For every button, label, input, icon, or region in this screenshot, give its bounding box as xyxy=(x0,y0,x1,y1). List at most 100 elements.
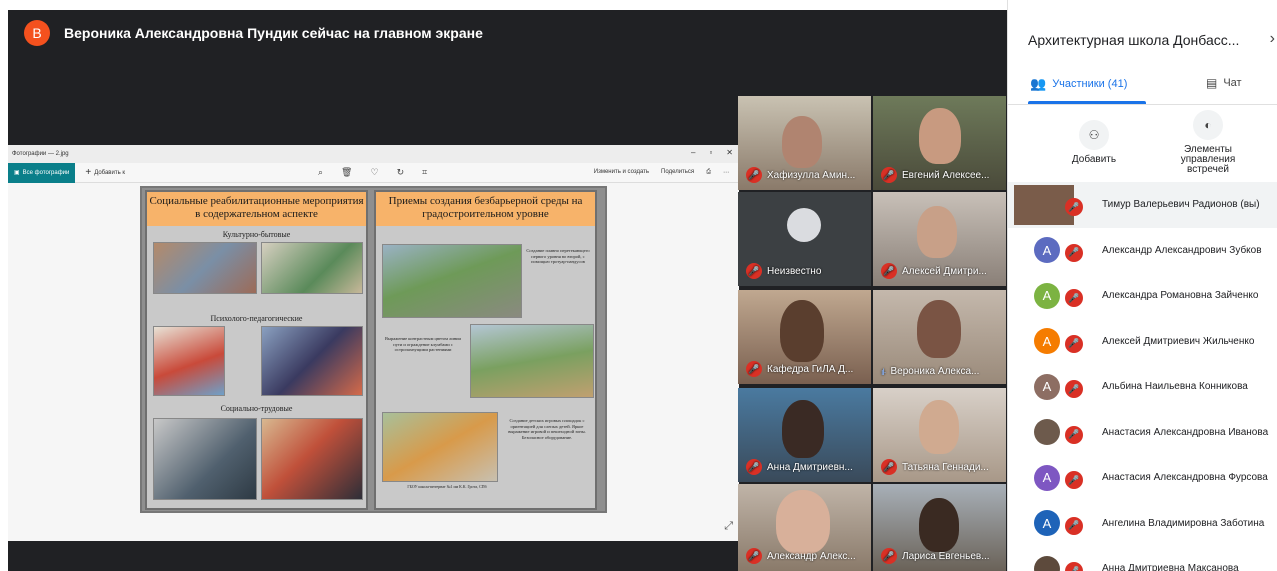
close-window-button[interactable]: ✕ xyxy=(726,148,733,157)
render-playground xyxy=(382,412,498,482)
photo-cultural-1 xyxy=(153,242,257,294)
participant-name: Альбина Наильевна Конникова xyxy=(1102,381,1248,393)
add-to-label: Добавить к xyxy=(94,169,125,176)
participant-row[interactable]: 🎤 Анна Дмитриевна Максанова xyxy=(1008,546,1277,571)
minimize-button[interactable]: – xyxy=(691,148,695,157)
video-tile[interactable]: 🎤 Неизвестно xyxy=(738,192,871,286)
tab-participants[interactable]: 👥 Участники (41) xyxy=(1030,76,1127,92)
video-tile[interactable]: 🎤 Евгений Алексее... xyxy=(873,96,1006,190)
section-label: Культурно-бытовые xyxy=(222,230,291,239)
more-icon[interactable]: ⋯ xyxy=(723,169,729,176)
mic-off-icon: 🎤 xyxy=(881,167,897,183)
maximize-button[interactable]: ▫ xyxy=(709,148,712,157)
participant-video xyxy=(917,300,961,358)
default-avatar-icon xyxy=(787,208,821,242)
video-tile[interactable]: 🎤 Анна Дмитриевн... xyxy=(738,388,871,482)
favorite-icon[interactable]: ♡ xyxy=(370,167,378,178)
video-tile[interactable]: 🎤 Кафедра ГиЛА Д... xyxy=(738,290,871,384)
participant-name: Анна Дмитриевна Максанова xyxy=(1102,563,1239,571)
people-icon: 👥 xyxy=(1030,76,1047,91)
toggle-icon: ◐ xyxy=(1193,110,1223,140)
participant-video xyxy=(919,498,959,552)
plus-icon: + xyxy=(85,167,92,178)
meeting-controls-button[interactable]: ◐ Элементы управления встречей xyxy=(1170,110,1246,175)
mic-off-icon: 🎤 xyxy=(1065,243,1083,262)
close-panel-icon[interactable]: › xyxy=(1270,30,1275,48)
viewer-titlebar: Фотографии — 2.jpg – ▫ ✕ xyxy=(8,145,739,163)
render-caption: Создание плавно перетекающего первого ур… xyxy=(526,248,590,265)
participant-avatar: A xyxy=(1034,282,1060,309)
participant-row[interactable]: A 🎤 Алексей Дмитриевич Жильченко xyxy=(1008,319,1277,365)
tile-name: 🎤 Анна Дмитриевн... xyxy=(746,459,853,475)
render-caption: Создание детских игровых площадок с орие… xyxy=(508,418,586,440)
shared-photo-viewer: Фотографии — 2.jpg – ▫ ✕ ▣ Все фотографи… xyxy=(8,145,739,541)
participant-list: 🎤 Тимур Валерьевич Радионов (вы) A 🎤 Алексан… xyxy=(1008,182,1277,571)
share-button[interactable]: Поделиться xyxy=(661,169,694,176)
mic-off-icon: 🎤 xyxy=(1065,289,1083,307)
tile-name: 🎤 Хафизулла Амин... xyxy=(746,167,855,183)
section-label: Психолого-педагогические xyxy=(210,314,303,323)
participant-video xyxy=(919,400,959,454)
tab-chat[interactable]: ▤ Чат xyxy=(1206,76,1242,90)
participant-row[interactable]: A 🎤 Ангелина Владимировна Заботина xyxy=(1008,501,1277,547)
side-panel: Архитектурная школа Донбасс... › 👥 Участ… xyxy=(1007,0,1277,571)
mic-off-icon: 🎤 xyxy=(746,548,762,564)
mic-off-icon: 🎤 xyxy=(1065,380,1083,398)
mic-off-icon: 🎤 xyxy=(1065,471,1083,489)
video-tile[interactable]: 🎤 Александр Алекс... xyxy=(738,484,871,571)
participant-row[interactable]: 🎤 Анастасия Александровна Иванова xyxy=(1008,410,1277,456)
expand-icon[interactable]: ⤢ xyxy=(724,520,733,533)
mic-off-icon: 🎤 xyxy=(881,459,897,475)
participant-avatar: A xyxy=(1034,373,1060,400)
mic-off-icon: 🎤 xyxy=(1065,516,1083,535)
participant-row[interactable]: 🎤 Тимур Валерьевич Радионов (вы) xyxy=(1008,182,1277,228)
viewer-file-title: Фотографии — 2.jpg xyxy=(12,151,69,157)
photo-area: Социальные реабилитационные мероприятия … xyxy=(8,183,739,541)
video-tile[interactable]: ıl· Вероника Алекса... xyxy=(873,290,1006,384)
participant-row[interactable]: A 🎤 Александра Романовна Зайченко xyxy=(1008,273,1277,319)
presenter-banner-text: Вероника Александровна Пундик сейчас на … xyxy=(64,25,483,41)
zoom-icon[interactable]: ⌕ xyxy=(318,167,323,178)
print-icon[interactable]: ⎙ xyxy=(706,169,711,176)
video-tile[interactable]: 🎤 Лариса Евгеньев... xyxy=(873,484,1006,571)
video-tile[interactable]: 🎤 Татьяна Геннади... xyxy=(873,388,1006,482)
rotate-icon[interactable]: ↻ xyxy=(397,167,405,178)
participant-name: Тимур Валерьевич Радионов (вы) xyxy=(1102,199,1260,211)
mic-off-icon: 🎤 xyxy=(1065,334,1083,353)
mic-off-icon: 🎤 xyxy=(746,361,762,377)
photo-psych-1 xyxy=(153,326,225,396)
participant-avatar: A xyxy=(1034,464,1060,491)
participant-row[interactable]: A 🎤 Анастасия Александровна Фурсова xyxy=(1008,455,1277,501)
all-photos-label: Все фотографии xyxy=(22,169,70,176)
participant-row[interactable]: A 🎤 Александр Александрович Зубков xyxy=(1008,228,1277,274)
speaking-indicator-icon: ıl· xyxy=(881,366,886,377)
participant-video xyxy=(776,490,830,554)
tab-chat-label: Чат xyxy=(1223,77,1242,89)
tabs-divider xyxy=(1008,104,1277,105)
photo-labor-2 xyxy=(261,418,363,500)
participant-avatar: A xyxy=(1034,510,1060,537)
edit-create-button[interactable]: Изменить и создать xyxy=(594,169,649,176)
participant-name: Алексей Дмитриевич Жильченко xyxy=(1102,335,1255,347)
add-people-button[interactable]: ⚇ Добавить xyxy=(1064,120,1124,165)
slide-footnote: ГБОУ школа-интернат №1 им К.К. Грота, СП… xyxy=(407,484,487,489)
all-photos-button[interactable]: ▣ Все фотографии xyxy=(8,162,76,183)
mic-off-icon: 🎤 xyxy=(1065,425,1083,444)
viewer-tools: ⌕ 🗑 ♡ ↻ ⌗ xyxy=(318,167,427,178)
chat-icon: ▤ xyxy=(1206,76,1218,90)
participant-row[interactable]: A 🎤 Альбина Наильевна Конникова xyxy=(1008,364,1277,410)
delete-icon[interactable]: 🗑 xyxy=(341,167,352,178)
participant-name: Александра Романовна Зайченко xyxy=(1102,290,1259,302)
main-stage: В Вероника Александровна Пундик сейчас н… xyxy=(8,10,1007,571)
render-flowerbeds xyxy=(470,324,594,398)
add-to-button[interactable]: + Добавить к xyxy=(85,167,125,178)
video-tile[interactable]: 🎤 Алексей Дмитри... xyxy=(873,192,1006,286)
crop-icon[interactable]: ⌗ xyxy=(422,167,427,178)
mic-off-icon: 🎤 xyxy=(746,167,762,183)
photo-psych-2 xyxy=(261,326,363,396)
mic-off-icon: 🎤 xyxy=(746,263,762,279)
tile-name: 🎤 Алексей Дмитри... xyxy=(881,263,987,279)
participant-avatar xyxy=(1034,555,1060,571)
mic-off-icon: 🎤 xyxy=(746,459,762,475)
video-tile[interactable]: 🎤 Хафизулла Амин... xyxy=(738,96,871,190)
